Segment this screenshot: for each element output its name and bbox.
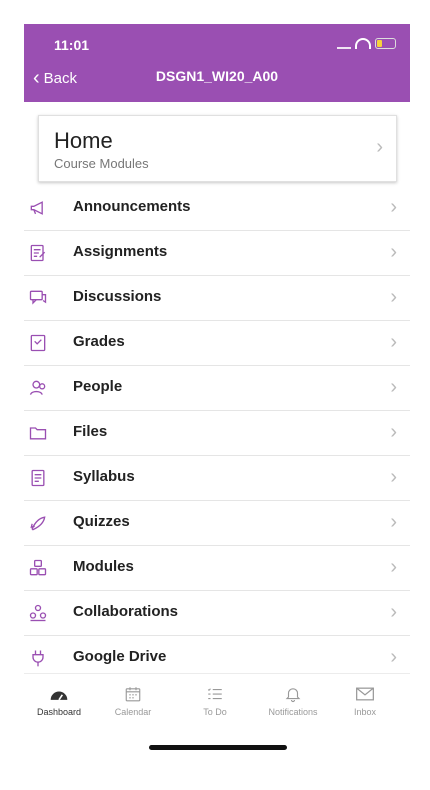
home-title: Home — [54, 128, 113, 153]
tab-calendar[interactable]: Calendar — [98, 683, 168, 717]
syllabus-icon — [31, 469, 45, 487]
nav-item-label: Grades — [73, 333, 125, 350]
home-card[interactable]: Home Course Modules › — [38, 115, 397, 182]
nav-item-label: People — [73, 378, 123, 395]
chevron-right-icon: › — [390, 286, 397, 308]
chevron-right-icon: › — [390, 466, 397, 488]
tab-label: Notifications — [268, 707, 318, 717]
chevron-right-icon: › — [390, 376, 397, 398]
nav-item-assignments[interactable]: Assignments › — [24, 231, 410, 276]
nav-item-grades[interactable]: Grades › — [24, 321, 410, 366]
phone-screen: 11:01 ‹ Back DSGN1_WI20_A00 Home Course … — [24, 24, 410, 766]
top-bar: 11:01 ‹ Back DSGN1_WI20_A00 — [24, 24, 410, 102]
tab-label: Inbox — [353, 707, 377, 717]
nav-item-discussions[interactable]: Discussions › — [24, 276, 410, 321]
home-indicator — [149, 745, 287, 750]
tab-todo[interactable]: To Do — [180, 683, 250, 717]
folder-icon — [29, 427, 47, 440]
nav-item-label: Assignments — [73, 243, 168, 260]
chevron-right-icon: › — [390, 556, 397, 578]
chevron-right-icon: › — [390, 241, 397, 263]
wifi-icon — [355, 38, 371, 49]
nav-item-announcements[interactable]: Announcements › — [24, 186, 410, 231]
nav-item-files[interactable]: Files › — [24, 411, 410, 456]
discussion-icon — [29, 290, 47, 305]
chevron-right-icon: › — [390, 331, 397, 353]
grades-icon — [30, 334, 46, 352]
nav-item-label: Modules — [73, 558, 134, 575]
tab-inbox[interactable]: Inbox — [330, 683, 400, 717]
rocket-icon — [30, 516, 46, 531]
chevron-right-icon: › — [390, 421, 397, 443]
nav-item-label: Google Drive — [73, 648, 167, 665]
tab-notifications[interactable]: Notifications — [258, 683, 328, 717]
chevron-right-icon: › — [390, 601, 397, 623]
chevron-right-icon: › — [376, 136, 383, 158]
nav-item-collaborations[interactable]: Collaborations › — [24, 591, 410, 636]
chevron-right-icon: › — [390, 511, 397, 533]
nav-item-label: Files — [73, 423, 108, 440]
tab-label: Dashboard — [36, 707, 82, 717]
chevron-right-icon: › — [390, 646, 397, 668]
collaborations-icon — [29, 604, 47, 622]
nav-item-label: Collaborations — [73, 603, 179, 620]
nav-item-syllabus[interactable]: Syllabus › — [24, 456, 410, 501]
nav-item-label: Announcements — [73, 198, 191, 215]
nav-item-modules[interactable]: Modules › — [24, 546, 410, 591]
inbox-icon — [330, 683, 400, 705]
nav-item-label: Quizzes — [73, 513, 130, 530]
bell-icon — [258, 683, 328, 705]
modules-icon — [29, 559, 47, 576]
course-title: DSGN1_WI20_A00 — [155, 68, 279, 84]
nav-item-label: Discussions — [73, 288, 162, 305]
course-nav-list: Announcements › Assignments › Discussion… — [24, 186, 410, 681]
nav-item-people[interactable]: People › — [24, 366, 410, 411]
nav-item-quizzes[interactable]: Quizzes › — [24, 501, 410, 546]
plug-icon — [32, 650, 44, 667]
status-icons — [337, 38, 396, 49]
calendar-icon — [98, 683, 168, 705]
assignment-icon — [30, 244, 46, 262]
todo-icon — [180, 683, 250, 705]
tab-dashboard[interactable]: Dashboard — [24, 683, 94, 717]
megaphone-icon — [30, 201, 43, 215]
tab-label: To Do — [203, 707, 227, 717]
signal-icon — [337, 38, 351, 49]
chevron-right-icon: › — [390, 196, 397, 218]
nav-item-label: Syllabus — [73, 468, 135, 485]
tab-bar: Dashboard Calendar To Do Notifications I… — [24, 673, 410, 766]
dashboard-icon — [24, 683, 94, 705]
tab-label: Calendar — [114, 707, 152, 717]
status-time: 11:01 — [54, 37, 90, 53]
battery-icon — [375, 38, 396, 49]
home-subtitle: Course Modules — [54, 156, 149, 171]
people-icon — [29, 380, 46, 395]
